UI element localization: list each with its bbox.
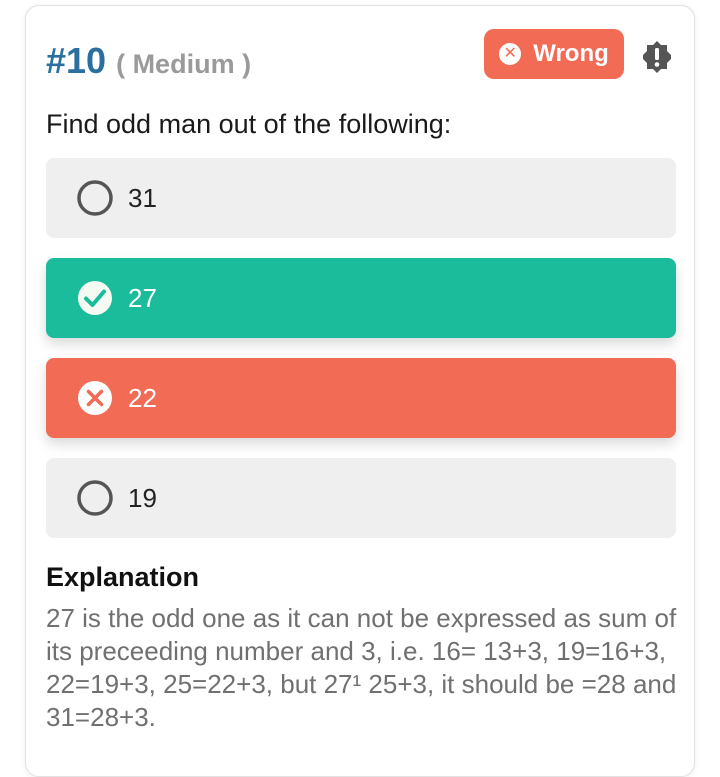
question-text: Find odd man out of the following: [46,109,452,139]
radio-circle-icon [77,480,113,516]
x-circle-icon: ✕ [499,43,522,65]
x-circle-icon [78,381,112,415]
explanation-text: 27 is the odd one as it can not be expre… [46,603,677,732]
option-22[interactable]: 22 [46,358,676,438]
check-circle-icon [78,281,112,315]
question-number: #10 [46,40,107,81]
option-label: 19 [128,482,157,513]
option-label: 27 [128,282,157,313]
alert-octagon-icon[interactable] [640,40,674,74]
option-label: 22 [128,382,157,413]
explanation-title: Explanation [46,562,200,592]
difficulty-label: ( Medium ) [116,49,252,79]
option-19[interactable]: 19 [46,458,676,538]
status-badge-label: Wrong [533,40,609,67]
option-27[interactable]: 27 [46,258,676,338]
option-label: 31 [128,182,157,213]
radio-circle-icon [77,180,113,216]
question-header: #10 ( Medium ) [46,40,251,82]
question-card: #10 ( Medium ) ✕ Wrong Find odd man out … [25,5,695,777]
status-badge: ✕ Wrong [484,29,624,79]
option-31[interactable]: 31 [46,158,676,238]
